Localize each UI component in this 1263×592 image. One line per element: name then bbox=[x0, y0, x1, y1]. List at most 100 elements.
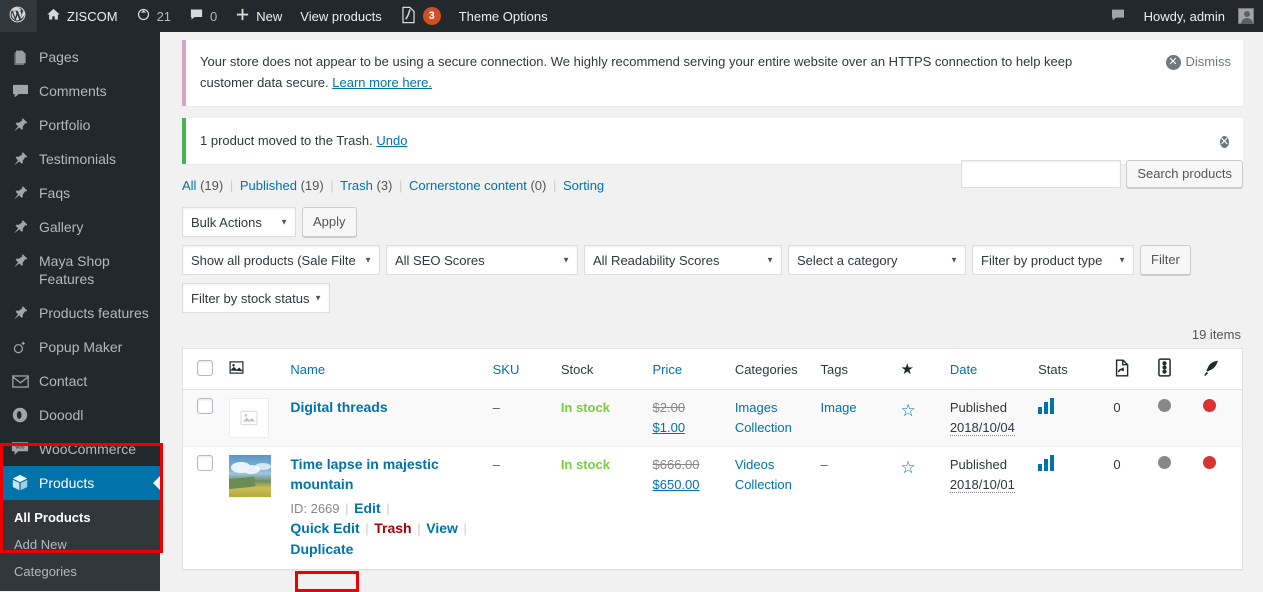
view-link[interactable]: View bbox=[426, 519, 458, 539]
comments-button[interactable]: 0 bbox=[180, 0, 226, 32]
wordpress-logo-button[interactable] bbox=[0, 0, 37, 32]
sidebar-item-products[interactable]: Products bbox=[0, 466, 160, 500]
tag-link[interactable]: Image bbox=[821, 400, 857, 415]
links-count-icon bbox=[1158, 358, 1171, 380]
readability-scores-select[interactable]: All Readability Scores bbox=[584, 245, 782, 276]
row-seo-score-cell bbox=[1153, 446, 1198, 570]
row-checkbox[interactable] bbox=[197, 455, 213, 472]
stats-bar-icon[interactable] bbox=[1038, 455, 1103, 472]
view-cornerstone-content[interactable]: Cornerstone content bbox=[409, 178, 527, 193]
svg-text:woo: woo bbox=[15, 445, 24, 450]
sidebar-item-woocommerce[interactable]: woo WooCommerce bbox=[0, 432, 160, 466]
separator: | bbox=[345, 500, 349, 516]
notifications-button[interactable] bbox=[1101, 0, 1135, 32]
duplicate-link[interactable]: Duplicate bbox=[290, 540, 353, 560]
stats-header: Stats bbox=[1033, 348, 1109, 391]
site-name-menu[interactable]: ZISCOM bbox=[37, 0, 127, 32]
regular-price: $2.00 bbox=[652, 400, 686, 416]
product-type-label: Filter by product type bbox=[981, 252, 1103, 268]
page-wrap: Your store does not appear to be using a… bbox=[160, 40, 1263, 570]
star-empty-icon[interactable]: ☆ bbox=[900, 458, 915, 477]
edit-link[interactable]: Edit bbox=[354, 499, 380, 519]
sidebar-item-testimonials[interactable]: Testimonials bbox=[0, 142, 160, 176]
sidebar-label: Comments bbox=[39, 83, 107, 99]
https-dismiss-button[interactable]: ✕ Dismiss bbox=[1165, 52, 1231, 73]
new-content-button[interactable]: New bbox=[226, 0, 291, 32]
learn-more-link[interactable]: Learn more here. bbox=[332, 75, 432, 90]
stock-status-select[interactable]: Filter by stock status bbox=[182, 283, 330, 314]
category-select[interactable]: Select a category bbox=[788, 245, 966, 276]
search-products-button[interactable]: Search products bbox=[1126, 160, 1243, 188]
view-all-count: (19) bbox=[200, 178, 224, 194]
row-thumbnail-cell bbox=[224, 389, 286, 447]
stock-status-badge: In stock bbox=[560, 457, 610, 473]
main-content: Your store does not appear to be using a… bbox=[160, 32, 1263, 591]
sidebar-item-pages[interactable]: Pages bbox=[0, 40, 160, 74]
sale-filter-label: Show all products (Sale Filte bbox=[191, 252, 356, 268]
view-published[interactable]: Published bbox=[240, 178, 297, 193]
date-header: Date bbox=[944, 348, 1034, 391]
bulk-actions-select[interactable]: Bulk Actions bbox=[182, 207, 296, 238]
row-tags-cell: Image bbox=[815, 389, 896, 447]
home-icon bbox=[46, 7, 61, 25]
user-account-menu[interactable]: Howdy, admin bbox=[1135, 0, 1263, 32]
view-products-label: View products bbox=[300, 8, 382, 24]
sidebar-item-all-products[interactable]: All Products bbox=[0, 504, 160, 531]
category-link[interactable]: Videos Collection bbox=[735, 457, 792, 492]
theme-options-menu[interactable]: Theme Options bbox=[450, 0, 557, 32]
sidebar-item-gallery[interactable]: Gallery bbox=[0, 210, 160, 244]
undo-link[interactable]: Undo bbox=[376, 133, 407, 148]
trash-notice: 1 product moved to the Trash. Undo ✕ bbox=[182, 117, 1243, 165]
view-sorting[interactable]: Sorting bbox=[563, 178, 604, 193]
row-checkbox[interactable] bbox=[197, 398, 213, 415]
trash-link[interactable]: Trash bbox=[374, 519, 411, 539]
site-name-label: ZISCOM bbox=[67, 8, 118, 24]
updates-button[interactable]: 21 bbox=[127, 0, 180, 32]
view-trash[interactable]: Trash bbox=[340, 178, 373, 193]
price-header: Price bbox=[647, 348, 730, 391]
seo-scores-select[interactable]: All SEO Scores bbox=[386, 245, 578, 276]
media-icon bbox=[12, 32, 28, 37]
sidebar-item-contact[interactable]: Contact bbox=[0, 364, 160, 398]
filter-button[interactable]: Filter bbox=[1140, 245, 1191, 276]
select-all-checkbox[interactable] bbox=[197, 359, 213, 376]
sidebar-item-maya-shop-features[interactable]: Maya Shop Features bbox=[0, 244, 160, 296]
seo-scores-label: All SEO Scores bbox=[395, 252, 485, 268]
products-submenu: All Products Add New Categories bbox=[0, 500, 160, 591]
sort-by-name-link[interactable]: Name bbox=[290, 362, 325, 377]
sidebar-item-comments[interactable]: Comments bbox=[0, 74, 160, 108]
sidebar-item-faqs[interactable]: Faqs bbox=[0, 176, 160, 210]
readability-scores-label: All Readability Scores bbox=[593, 252, 720, 268]
apply-button[interactable]: Apply bbox=[302, 207, 357, 238]
stock-status-row: Filter by stock status bbox=[182, 283, 1243, 314]
sidebar-item-portfolio[interactable]: Portfolio bbox=[0, 108, 160, 142]
sidebar-item-products-features[interactable]: Products features bbox=[0, 296, 160, 330]
sidebar-item-add-new[interactable]: Add New bbox=[0, 531, 160, 558]
view-products-link[interactable]: View products bbox=[291, 0, 390, 32]
sidebar-label: Gallery bbox=[39, 219, 84, 235]
row-select-cell bbox=[182, 389, 225, 447]
pin-icon bbox=[10, 304, 30, 322]
stats-bar-icon[interactable] bbox=[1038, 398, 1103, 415]
star-empty-icon[interactable]: ☆ bbox=[900, 401, 915, 420]
sidebar-item-clipped[interactable] bbox=[0, 32, 160, 40]
quick-edit-link[interactable]: Quick Edit bbox=[290, 519, 359, 539]
seo-score-dot bbox=[1158, 399, 1172, 413]
product-name-link[interactable]: Time lapse in majestic mountain bbox=[290, 455, 482, 494]
howdy-label: Howdy, admin bbox=[1143, 8, 1225, 24]
sale-filter-select[interactable]: Show all products (Sale Filte bbox=[182, 245, 380, 276]
yoast-seo-menu[interactable]: 3 bbox=[391, 0, 450, 32]
sidebar-item-categories[interactable]: Categories bbox=[0, 558, 160, 585]
trash-dismiss-button[interactable]: ✕ bbox=[1219, 131, 1229, 152]
product-name-link[interactable]: Digital threads bbox=[290, 398, 387, 418]
category-link[interactable]: Images Collection bbox=[735, 400, 792, 435]
product-type-select[interactable]: Filter by product type bbox=[972, 245, 1134, 276]
sort-by-price-link[interactable]: Price bbox=[653, 362, 683, 377]
row-seo-score-cell bbox=[1153, 389, 1198, 447]
sidebar-item-dooodl[interactable]: Dooodl bbox=[0, 398, 160, 432]
view-all[interactable]: All bbox=[182, 178, 196, 193]
search-input[interactable] bbox=[961, 160, 1122, 188]
sort-by-date-link[interactable]: Date bbox=[950, 362, 977, 377]
sidebar-item-popup-maker[interactable]: Popup Maker bbox=[0, 330, 160, 364]
sort-by-sku-link[interactable]: SKU bbox=[493, 362, 520, 377]
